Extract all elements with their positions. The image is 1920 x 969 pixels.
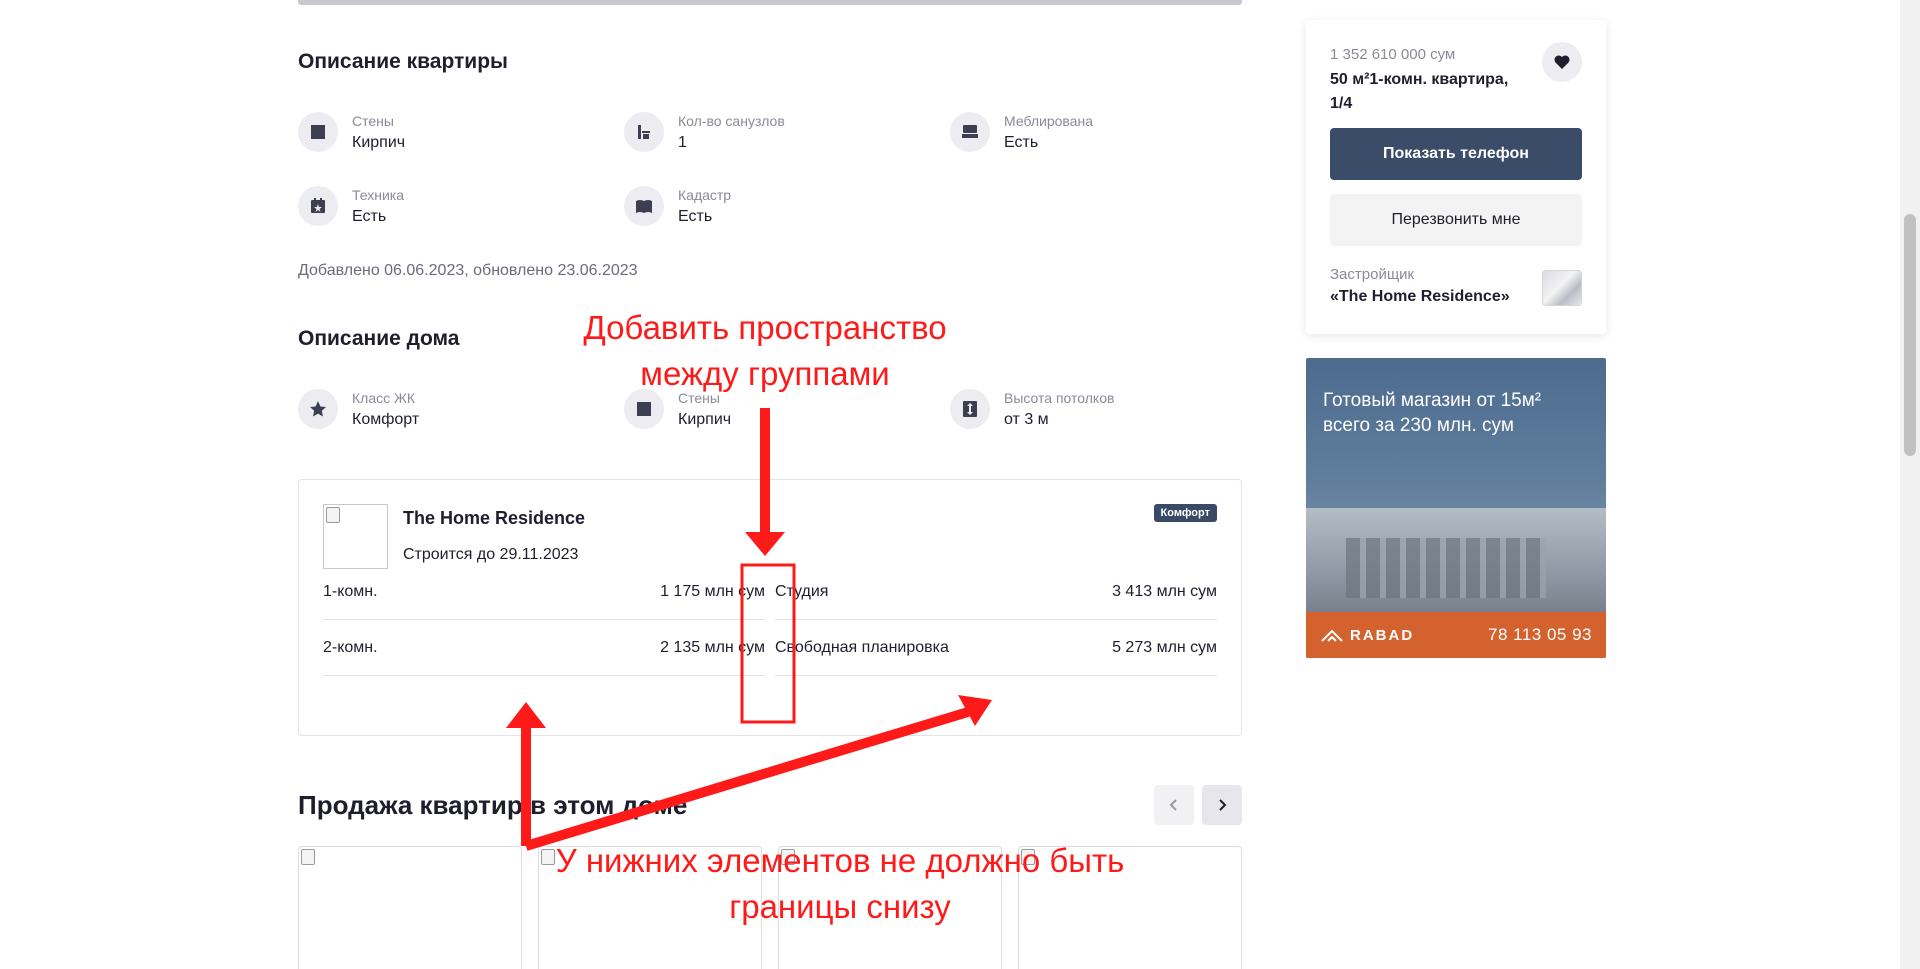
price-row[interactable]: 2-комн. 2 135 млн сум [323,620,765,676]
scrollbar-track[interactable] [1900,0,1920,969]
broken-image-icon [326,507,340,523]
favorite-button[interactable] [1542,42,1582,82]
ad-brand-name: RABAD [1350,626,1415,644]
call-me-button[interactable]: Перезвонить мне [1330,194,1582,246]
feature-furnished: Меблирована Есть [950,112,1093,154]
price-row[interactable]: Свободная планировка 5 273 млн сум [775,620,1217,676]
feature-label: Техника [352,187,405,203]
feature-value: Комфорт [352,411,420,428]
feature-value: Есть [352,208,387,225]
annotation-space-line-1: Добавить пространство [583,309,947,346]
calendar-star-icon [298,186,338,226]
bathroom-icon [624,112,664,152]
feature-value: Есть [1004,134,1039,151]
star-icon [298,389,338,429]
apartment-type: Свободная планировка [775,638,949,656]
feature-class: Класс ЖК Комфорт [298,389,419,431]
annotation-border-line-1: У нижних элементов не должно быть [555,842,1125,879]
apartment-type: Студия [775,582,829,600]
complex-class-badge: Комфорт [1153,504,1217,522]
offer-price: 1 352 610 000 сум [1330,46,1456,63]
broken-image-icon [301,849,315,865]
developer-thumbnail[interactable] [1542,270,1582,306]
feature-value: Кирпич [352,134,406,151]
gallery-bottom-edge [298,0,1242,5]
book-icon [624,186,664,226]
annotation-border-note: У нижних элементов не должно быть границ… [520,838,1160,930]
show-phone-button[interactable]: Показать телефон [1330,128,1582,180]
developer-name[interactable]: «The Home Residence» [1330,288,1510,306]
added-updated-date: Добавлено 06.06.2023, обновлено 23.06.20… [298,262,638,279]
feature-appliances: Техника Есть [298,186,404,228]
ad-phone: 78 113 05 93 [1488,625,1592,644]
chevron-right-icon [1219,799,1227,811]
complex-logo [323,504,388,569]
feature-walls: Стены Кирпич [298,112,405,154]
scrollbar-thumb[interactable] [1904,214,1916,456]
listing-card[interactable] [298,846,522,969]
sofa-icon [950,112,990,152]
apartment-price: 2 135 млн сум [660,638,765,656]
offer-sidebar-card: 1 352 610 000 сум 50 м²1-комн. квартира,… [1306,20,1606,334]
carousel-prev-button[interactable] [1154,785,1194,825]
feature-label: Кол-во санузлов [678,113,785,129]
feature-bathrooms: Кол-во санузлов 1 [624,112,785,154]
feature-value: Кирпич [678,411,732,428]
chevron-left-icon [1169,799,1177,811]
sales-section-title: Продажа квартир в этом доме [298,790,688,820]
feature-label: Кадастр [678,187,732,203]
rabad-advertisement[interactable]: Готовый магазин от 15м² всего за 230 млн… [1306,358,1606,658]
apartment-type: 2-комн. [323,638,378,656]
ad-footer: RABAD 78 113 05 93 [1306,612,1606,658]
annotation-space-note: Добавить пространство между группами [540,305,990,397]
feature-value: от 3 м [1004,411,1049,428]
rabad-logo-icon [1321,629,1343,642]
feature-label: Высота потолков [1004,390,1115,406]
apartment-section-title: Описание квартиры [298,50,508,73]
feature-value: Есть [678,208,713,225]
developer-label: Застройщик [1330,266,1415,283]
complex-status: Строится до 29.11.2023 [403,546,579,563]
complex-name[interactable]: The Home Residence [403,508,585,529]
feature-value: 1 [678,134,687,151]
annotation-border-line-2: границы снизу [729,888,951,925]
wall-icon [298,112,338,152]
price-row[interactable]: 1-комн. 1 175 млн сум [323,564,765,620]
feature-label: Стены [352,113,394,129]
price-row[interactable]: Студия 3 413 млн сум [775,564,1217,620]
feature-label: Класс ЖК [352,390,416,406]
house-section-title: Описание дома [298,327,460,350]
complex-card[interactable]: The Home Residence Строится до 29.11.202… [298,479,1242,736]
ad-headline: Готовый магазин от 15м² всего за 230 млн… [1323,390,1542,436]
carousel-next-button[interactable] [1202,785,1242,825]
ad-building-image [1306,508,1606,618]
feature-label: Меблирована [1004,113,1093,129]
heart-icon [1554,55,1570,69]
ad-brand: RABAD [1320,627,1414,644]
apartment-price: 1 175 млн сум [660,582,765,600]
offer-description: 50 м²1-комн. квартира, 1/4 [1330,71,1509,112]
apartment-price: 5 273 млн сум [1112,638,1217,656]
apartment-type: 1-комн. [323,582,378,600]
apartment-price: 3 413 млн сум [1112,582,1217,600]
feature-cadastre: Кадастр Есть [624,186,731,228]
annotation-space-line-2: между группами [640,355,890,392]
